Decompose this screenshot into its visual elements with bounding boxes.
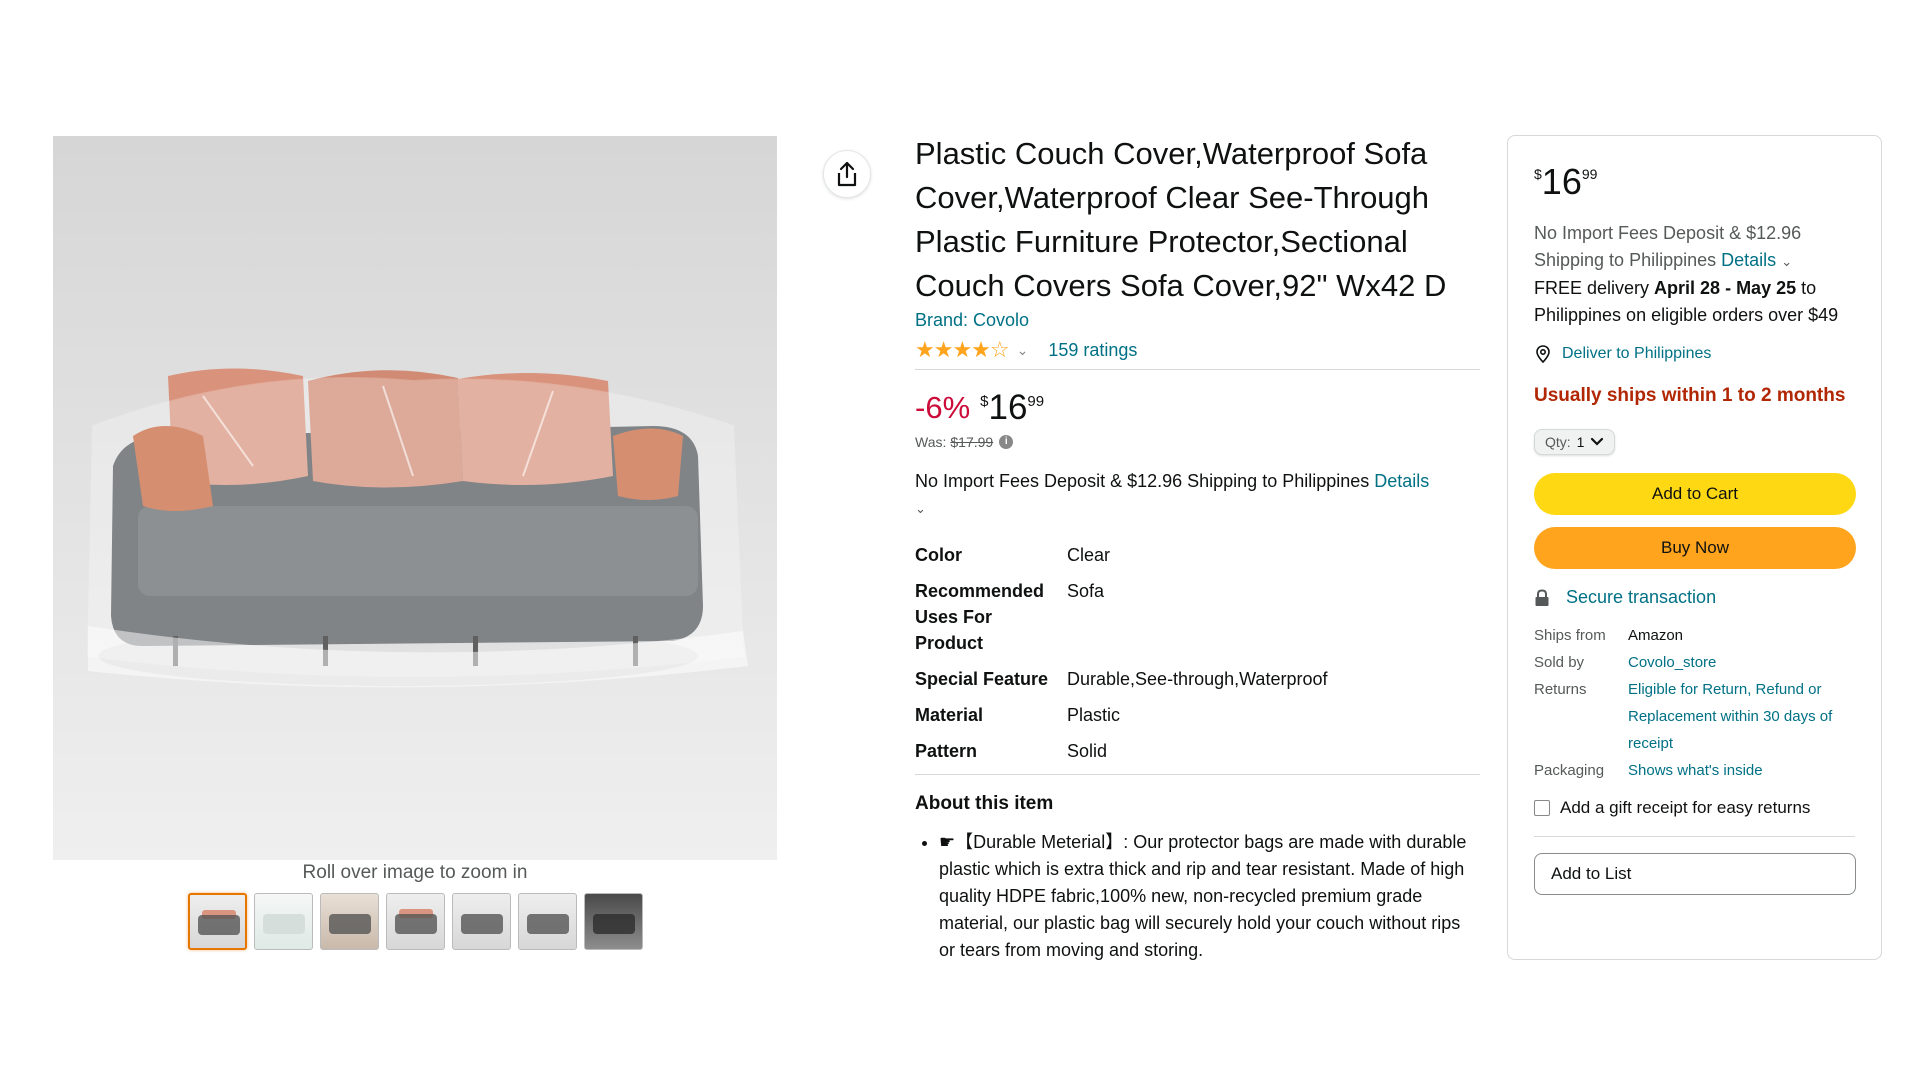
price: $ 16 99 (980, 390, 1044, 426)
price-whole: 16 (988, 388, 1028, 427)
zoom-hint: Roll over image to zoom in (302, 862, 528, 883)
info-icon[interactable]: i (999, 435, 1014, 449)
spec-row: Pattern Solid (915, 738, 1480, 764)
chevron-down-icon[interactable]: ⌄ (1017, 342, 1029, 359)
was-price-row: Was: $17.99 i (915, 434, 1480, 450)
thumbnail[interactable] (320, 893, 379, 950)
fact-key: Packaging (1534, 762, 1605, 779)
location-pin-icon (1536, 345, 1550, 363)
seller-facts: Ships from Amazon Sold by Covolo_store R… (1534, 622, 1855, 784)
packaging-link[interactable]: Shows what's inside (1628, 757, 1855, 784)
delivery-dates: April 28 - May 25 (1654, 278, 1797, 298)
add-to-list-button[interactable]: Add to List (1534, 853, 1856, 895)
spec-row: Special Feature Durable,See-through,Wate… (915, 666, 1480, 692)
delivery-info: FREE delivery April 28 - May 25 to Phili… (1534, 275, 1855, 329)
lock-icon (1535, 588, 1549, 606)
fact-row: Ships from Amazon (1534, 622, 1855, 649)
fact-row: Returns Eligible for Return, Refund or R… (1534, 676, 1855, 757)
spec-key: Color (915, 545, 962, 565)
spec-value: Clear (1067, 545, 1111, 565)
delivery-prefix: FREE delivery (1534, 278, 1650, 298)
brand-link[interactable]: Brand: Covolo (915, 310, 1480, 331)
fact-key: Returns (1534, 681, 1587, 698)
spec-key: Recommended Uses For Product (915, 581, 1045, 653)
chevron-down-icon[interactable]: ⌄ (915, 501, 926, 516)
fact-key: Ships from (1534, 627, 1606, 644)
main-product-image[interactable] (53, 136, 777, 860)
deliver-to-text: Deliver to Philippines (1562, 345, 1712, 362)
buy-box: $ 16 99 No Import Fees Deposit & $12.96 … (1507, 135, 1882, 960)
buybox-import-fees: No Import Fees Deposit & $12.96 Shipping… (1534, 220, 1855, 275)
returns-link[interactable]: Eligible for Return, Refund or Replaceme… (1628, 676, 1855, 757)
price-symbol: $ (1534, 166, 1542, 182)
product-title: Plastic Couch Cover,Waterproof Sofa Cove… (915, 136, 1447, 303)
fact-row: Sold by Covolo_store (1534, 649, 1855, 676)
was-price: $17.99 (950, 434, 994, 450)
quantity-select[interactable]: Qty: 1 (1534, 429, 1616, 455)
divider (915, 774, 1480, 775)
divider (915, 369, 1480, 370)
about-title: About this item (915, 793, 1054, 814)
about-bullets: ☛【Durable Meterial】: Our protector bags … (915, 829, 1480, 964)
availability-warning: Usually ships within 1 to 2 months (1534, 385, 1846, 406)
spec-key: Special Feature (915, 669, 1049, 689)
buybox-price: $ 16 99 (1534, 162, 1855, 202)
thumbnail-strip (188, 893, 643, 950)
thumbnail[interactable] (452, 893, 511, 950)
thumbnail[interactable] (254, 893, 313, 950)
spec-row: Recommended Uses For Product Sofa (915, 578, 1480, 656)
secure-transaction-text: Secure transaction (1566, 587, 1717, 607)
chevron-down-icon[interactable]: ⌄ (1781, 254, 1792, 269)
list-item: ☛【Durable Meterial】: Our protector bags … (939, 829, 1480, 964)
fact-value: Amazon (1628, 627, 1684, 644)
details-link[interactable]: Details (1374, 471, 1429, 491)
ratings-count-link[interactable]: 159 ratings (1048, 340, 1137, 361)
gift-receipt-label: Add a gift receipt for easy returns (1560, 798, 1811, 817)
star-rating-icon[interactable]: ★★★★☆ (915, 337, 1010, 363)
spec-key: Material (915, 705, 984, 725)
buy-now-button[interactable]: Buy Now (1534, 527, 1856, 569)
import-fees-text: No Import Fees Deposit & $12.96 Shipping… (915, 471, 1370, 491)
fact-row: Packaging Shows what's inside (1534, 757, 1855, 784)
gift-receipt-checkbox[interactable] (1534, 800, 1550, 816)
qty-label: Qty: (1545, 434, 1571, 450)
price-row: -6% $ 16 99 (915, 390, 1480, 426)
import-fees: No Import Fees Deposit & $12.96 Shipping… (915, 468, 1480, 522)
price-fraction: 99 (1581, 166, 1598, 182)
price-whole: 16 (1541, 161, 1582, 202)
qty-value: 1 (1576, 434, 1585, 450)
thumbnail[interactable] (386, 893, 445, 950)
sofa-image (53, 136, 777, 860)
price-fraction: 99 (1027, 393, 1045, 410)
thumbnail[interactable] (584, 893, 643, 950)
add-to-cart-button[interactable]: Add to Cart (1534, 473, 1856, 515)
discount-percent: -6% (915, 390, 971, 425)
spec-value: Sofa (1067, 581, 1105, 601)
share-icon (837, 161, 857, 187)
product-details: Plastic Couch Cover,Waterproof Sofa Cove… (915, 132, 1480, 964)
spec-table: Color Clear Recommended Uses For Product S… (915, 542, 1480, 764)
deliver-to-link[interactable]: Deliver to Philippines (1534, 345, 1855, 363)
spec-row: Material Plastic (915, 702, 1480, 728)
spec-row: Color Clear (915, 542, 1480, 568)
seller-link[interactable]: Covolo_store (1628, 649, 1855, 676)
spec-key: Pattern (915, 741, 978, 761)
spec-value: Solid (1067, 741, 1108, 761)
secure-transaction-link[interactable]: Secure transaction (1534, 587, 1855, 608)
price-symbol: $ (980, 393, 989, 410)
gift-receipt-option[interactable]: Add a gift receipt for easy returns (1534, 798, 1855, 818)
was-label: Was: (915, 434, 947, 450)
share-button[interactable] (823, 150, 871, 198)
rating-row: ★★★★☆ ⌄ 159 ratings (915, 337, 1480, 363)
spec-value: Plastic (1067, 705, 1121, 725)
thumbnail[interactable] (518, 893, 577, 950)
divider (1534, 836, 1855, 837)
details-link[interactable]: Details (1721, 250, 1776, 270)
thumbnail[interactable] (188, 893, 247, 950)
spec-value: Durable,See-through,Waterproof (1067, 669, 1328, 689)
fact-key: Sold by (1534, 654, 1585, 671)
chevron-down-icon (1591, 437, 1604, 446)
